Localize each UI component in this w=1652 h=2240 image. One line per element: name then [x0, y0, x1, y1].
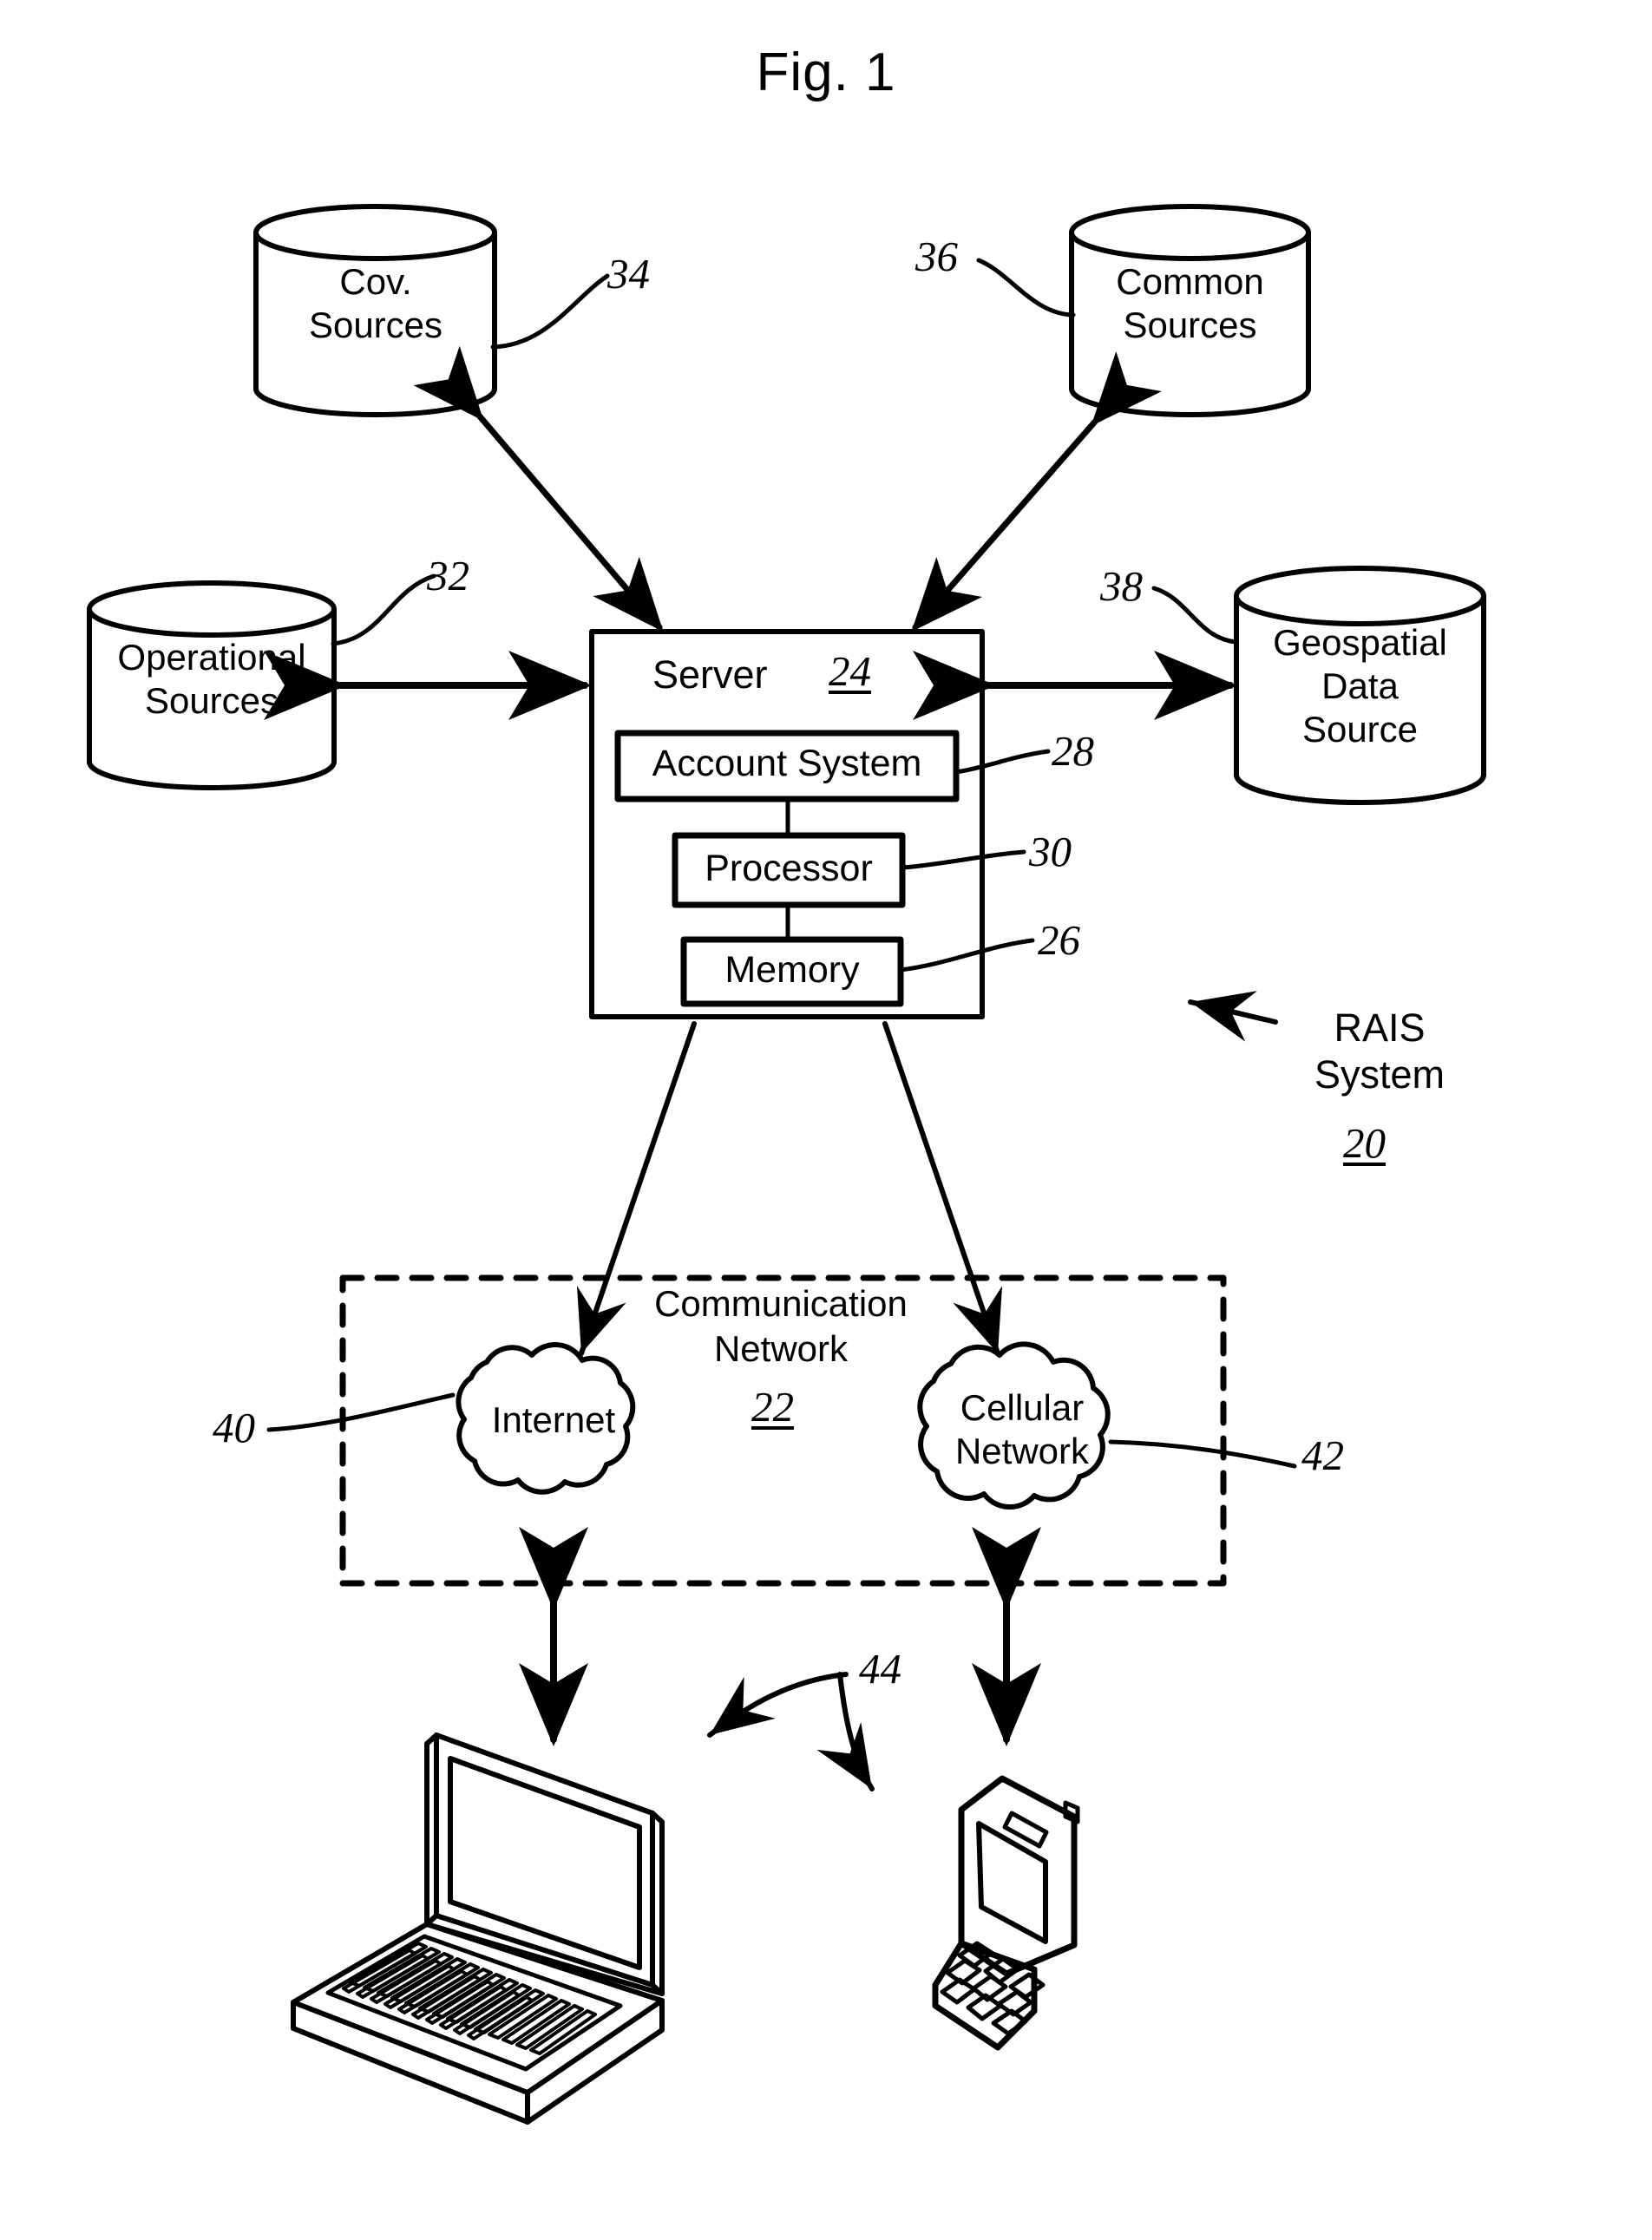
ref-32: 32 [427, 552, 469, 599]
ref-22: 22 [751, 1383, 794, 1431]
mobile-phone-shape [932, 1775, 1080, 2051]
figure-linework [87, 204, 1486, 2125]
ref-36: 36 [915, 233, 958, 280]
ref-38: 38 [1100, 562, 1143, 610]
ref-26: 26 [1038, 916, 1080, 964]
cov-sources-label: Cov. Sources [308, 261, 443, 345]
memory-label: Memory [724, 949, 860, 991]
common-sources-label: Common Sources [1116, 261, 1264, 345]
ref-28: 28 [1052, 727, 1094, 775]
rais-system-name-line1: RAIS [1334, 1005, 1426, 1050]
geospatial-data-source-label: Geospatial Data Source [1273, 622, 1447, 750]
ref-24: 24 [829, 647, 871, 695]
ref-30: 30 [1029, 828, 1072, 875]
account-system-label: Account System [652, 743, 922, 784]
cellular-network-cloud-label: Cellular Network [954, 1387, 1090, 1471]
ref-44: 44 [859, 1645, 901, 1693]
rais-system-name-line2: System [1314, 1052, 1446, 1097]
ref-20: 20 [1343, 1119, 1386, 1167]
laptop-shape [291, 1732, 665, 2125]
communication-network-label-line1: Communication [654, 1283, 908, 1324]
processor-label: Processor [705, 848, 873, 889]
ref-40: 40 [213, 1404, 255, 1451]
internet-cloud-label: Internet [491, 1399, 616, 1440]
ref-42: 42 [1301, 1431, 1344, 1479]
server-label: Server [652, 652, 768, 697]
figure-page: Fig. 1 Cov. Sources 34 Common Sources 36… [0, 0, 1652, 2240]
communication-network-label-line2: Network [713, 1328, 849, 1369]
ref-34: 34 [607, 250, 650, 298]
operational-sources-label: Operational Sources [117, 637, 306, 721]
